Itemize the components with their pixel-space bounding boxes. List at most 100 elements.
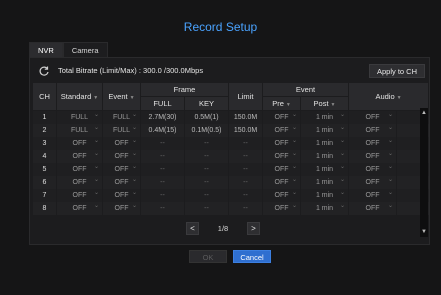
frame-key-cell: --: [183, 202, 229, 215]
standard-select[interactable]: OFF: [56, 176, 103, 189]
pre-select[interactable]: OFF: [262, 137, 301, 150]
frame-full-cell: --: [140, 163, 185, 176]
event-select[interactable]: FULL: [102, 124, 141, 137]
frame-key-cell: 0.1M(0.5): [183, 124, 229, 137]
frame-key-cell: --: [183, 176, 229, 189]
audio-select[interactable]: OFF: [348, 176, 397, 189]
pre-select[interactable]: OFF: [262, 163, 301, 176]
record-table: CH Standard ▼ Event ▼ Frame Limit Event Au…: [32, 82, 430, 215]
post-select[interactable]: 1 min: [300, 150, 349, 163]
frame-key-cell: --: [183, 137, 229, 150]
frame-full-cell: 0.4M(15): [140, 124, 185, 137]
col-event-header[interactable]: Event ▼: [102, 82, 141, 111]
audio-select[interactable]: OFF: [348, 110, 397, 124]
pre-select[interactable]: OFF: [262, 189, 301, 202]
post-select[interactable]: 1 min: [300, 163, 349, 176]
post-select[interactable]: 1 min: [300, 110, 349, 124]
table-row: 4OFFOFF------OFF1 minOFF: [32, 150, 429, 163]
channel-cell: 3: [32, 137, 57, 150]
table-row: 3OFFOFF------OFF1 minOFF: [32, 137, 429, 150]
chevron-down-icon: ▼: [396, 95, 402, 101]
pre-select[interactable]: OFF: [262, 124, 301, 137]
tab-bar: NVR Camera: [29, 42, 108, 57]
limit-cell: 150.0M: [228, 110, 263, 124]
table-row: 8OFFOFF------OFF1 minOFF: [32, 202, 429, 215]
col-audio-header[interactable]: Audio ▼: [348, 82, 430, 111]
event-select[interactable]: OFF: [102, 163, 141, 176]
dialog-title: Record Setup: [183, 20, 258, 34]
frame-key-cell: --: [183, 150, 229, 163]
channel-cell: 4: [32, 150, 57, 163]
table-row: 6OFFOFF------OFF1 minOFF: [32, 176, 429, 189]
frame-full-cell: --: [140, 202, 185, 215]
post-select[interactable]: 1 min: [300, 189, 349, 202]
next-page-button[interactable]: >: [247, 222, 260, 235]
col-limit-header: Limit: [228, 82, 264, 111]
scroll-up-icon[interactable]: ▲: [421, 110, 427, 116]
audio-select[interactable]: OFF: [348, 124, 397, 137]
audio-select[interactable]: OFF: [348, 137, 397, 150]
ok-button[interactable]: OK: [189, 250, 227, 263]
channel-cell: 7: [32, 189, 57, 202]
col-full-header: FULL: [140, 96, 185, 111]
cancel-button[interactable]: Cancel: [233, 250, 271, 263]
pre-select[interactable]: OFF: [262, 202, 301, 215]
frame-full-cell: 2.7M(30): [140, 110, 185, 124]
event-select[interactable]: OFF: [102, 189, 141, 202]
channel-cell: 2: [32, 124, 57, 137]
scroll-down-icon[interactable]: ▼: [421, 229, 427, 235]
standard-select[interactable]: OFF: [56, 189, 103, 202]
standard-select[interactable]: OFF: [56, 137, 103, 150]
limit-cell: --: [228, 163, 263, 176]
limit-cell: --: [228, 176, 263, 189]
audio-select[interactable]: OFF: [348, 202, 397, 215]
frame-full-cell: --: [140, 137, 185, 150]
col-frame-header: Frame: [139, 82, 230, 97]
tab-camera[interactable]: Camera: [62, 42, 108, 57]
standard-select[interactable]: FULL: [56, 124, 103, 137]
standard-select[interactable]: OFF: [56, 163, 103, 176]
standard-select[interactable]: OFF: [56, 202, 103, 215]
channel-cell: 6: [32, 176, 57, 189]
post-select[interactable]: 1 min: [300, 202, 349, 215]
post-select[interactable]: 1 min: [300, 176, 349, 189]
standard-select[interactable]: FULL: [56, 110, 103, 124]
chevron-down-icon: ▼: [330, 102, 336, 108]
post-select[interactable]: 1 min: [300, 124, 349, 137]
total-bitrate-text: Total Bitrate (Limit/Max) : 300.0 /300.0…: [58, 66, 204, 75]
post-select[interactable]: 1 min: [300, 137, 349, 150]
event-select[interactable]: OFF: [102, 150, 141, 163]
col-standard-header[interactable]: Standard ▼: [56, 82, 103, 111]
refresh-icon[interactable]: [38, 65, 50, 77]
pre-select[interactable]: OFF: [262, 110, 301, 124]
col-pre-header[interactable]: Pre ▼: [262, 96, 302, 111]
apply-to-ch-button[interactable]: Apply to CH: [369, 64, 425, 78]
col-event-group-header: Event: [262, 82, 350, 97]
audio-select[interactable]: OFF: [348, 150, 397, 163]
chevron-down-icon: ▼: [285, 102, 291, 108]
table-row: 1FULLFULL2.7M(30)0.5M(1)150.0MOFF1 minOF…: [32, 110, 429, 124]
limit-cell: --: [228, 137, 263, 150]
limit-cell: --: [228, 189, 263, 202]
channel-cell: 1: [32, 110, 57, 124]
limit-cell: --: [228, 150, 263, 163]
table-row: 5OFFOFF------OFF1 minOFF: [32, 163, 429, 176]
scrollbar[interactable]: ▲ ▼: [420, 108, 428, 237]
frame-key-cell: --: [183, 163, 229, 176]
event-select[interactable]: FULL: [102, 110, 141, 124]
standard-select[interactable]: OFF: [56, 150, 103, 163]
audio-select[interactable]: OFF: [348, 163, 397, 176]
tab-nvr[interactable]: NVR: [29, 42, 63, 57]
pre-select[interactable]: OFF: [262, 150, 301, 163]
event-select[interactable]: OFF: [102, 202, 141, 215]
record-setup-dialog: Record Setup NVR Camera Total Bitrate (L…: [0, 0, 441, 295]
event-select[interactable]: OFF: [102, 176, 141, 189]
frame-full-cell: --: [140, 176, 185, 189]
pre-select[interactable]: OFF: [262, 176, 301, 189]
col-post-header[interactable]: Post ▼: [300, 96, 350, 111]
audio-select[interactable]: OFF: [348, 189, 397, 202]
col-key-header: KEY: [183, 96, 230, 111]
event-select[interactable]: OFF: [102, 137, 141, 150]
bitrate-bar: Total Bitrate (Limit/Max) : 300.0 /300.0…: [30, 63, 203, 78]
prev-page-button[interactable]: <: [186, 222, 199, 235]
